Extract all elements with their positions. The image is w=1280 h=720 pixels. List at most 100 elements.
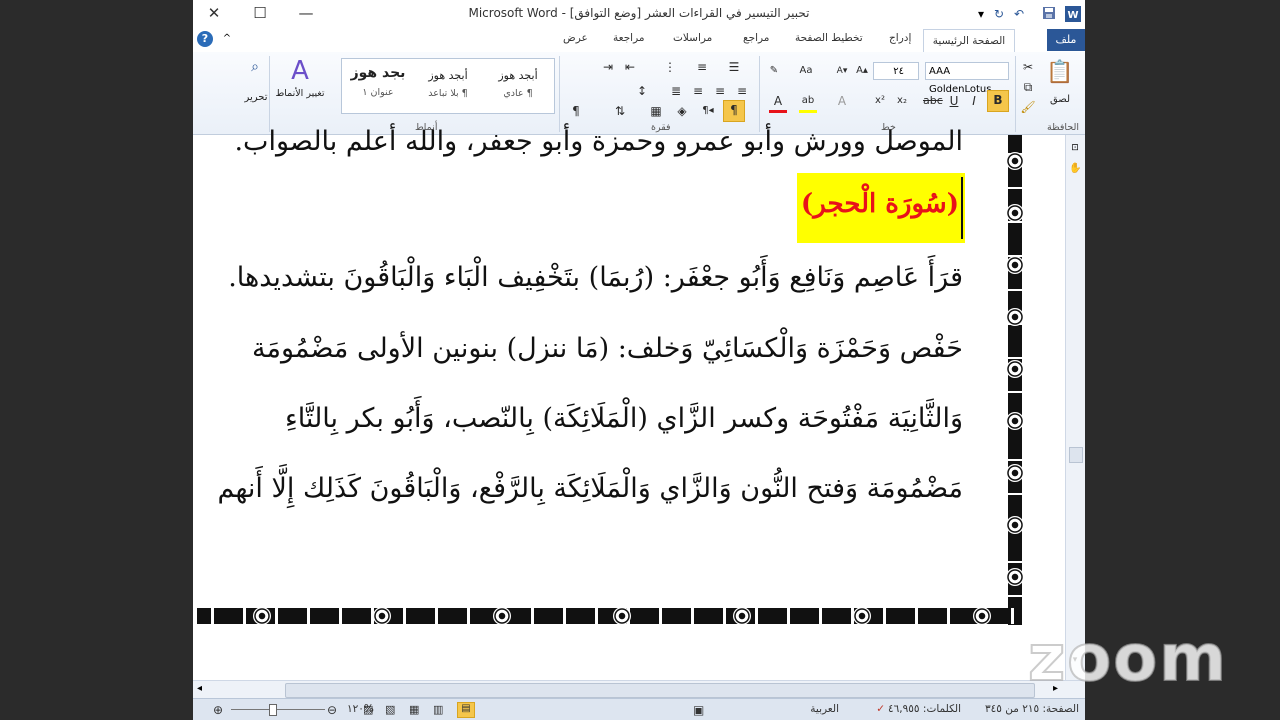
strikethrough-icon[interactable]: abc xyxy=(923,92,943,110)
style-heading-1[interactable]: بجد هوز عنوان ١ xyxy=(344,63,412,107)
language[interactable]: العربية xyxy=(810,703,839,715)
zoom-watermark: zoom xyxy=(1027,621,1228,697)
tab-home[interactable]: الصفحة الرئيسية xyxy=(923,29,1015,52)
tab-references[interactable]: مراجع xyxy=(743,32,769,44)
change-styles-icon[interactable]: A xyxy=(285,56,315,86)
border-flower-icon xyxy=(1006,152,1024,170)
border-flower-icon xyxy=(1006,256,1024,274)
page-border-bottom xyxy=(197,608,1022,624)
find-icon[interactable]: ⌕ xyxy=(245,58,265,78)
tab-insert[interactable]: إدراج xyxy=(889,32,911,44)
save-icon[interactable] xyxy=(1041,6,1057,22)
print-layout-view-icon[interactable]: ▤ xyxy=(457,702,475,718)
highlight-color-icon[interactable]: ab xyxy=(799,92,817,113)
tab-view[interactable]: عرض xyxy=(563,32,588,44)
customize-qat-icon[interactable]: ▾ xyxy=(973,6,989,22)
outline-view-icon[interactable]: ▧ xyxy=(385,703,395,716)
clear-formatting-icon[interactable]: ✎ xyxy=(765,62,783,80)
font-name-select[interactable]: AAA GoldenLotus xyxy=(925,62,1009,95)
help-icon[interactable]: ? xyxy=(197,31,213,47)
paste-button-label[interactable]: لصق xyxy=(1043,92,1077,108)
align-left-icon[interactable]: ≡ xyxy=(689,82,707,100)
horizontal-scrollbar[interactable]: ◂ ▸ xyxy=(193,680,1085,699)
change-case-icon[interactable]: Aa xyxy=(797,62,815,80)
italic-button[interactable]: I xyxy=(965,92,983,110)
zoom-slider[interactable] xyxy=(231,709,325,710)
style-name: ¶ عادي xyxy=(503,88,533,99)
numbering-icon[interactable]: ≡ xyxy=(693,58,711,76)
font-size-select[interactable]: ٢٤ xyxy=(873,62,919,80)
styles-gallery: أبجد هوز ¶ عادي أبجد هوز ¶ بلا تباعد بجد… xyxy=(341,58,555,114)
scroll-thumb[interactable] xyxy=(285,683,1035,698)
macro-record-icon[interactable]: ▣ xyxy=(693,703,704,717)
scroll-left-icon[interactable]: ◂ xyxy=(197,683,202,694)
justify-icon[interactable]: ≣ xyxy=(667,82,685,100)
zoom-in-icon[interactable]: ⊕ xyxy=(213,703,223,717)
border-flower-icon xyxy=(1006,204,1024,222)
format-painter-icon[interactable]: 🖌 xyxy=(1019,98,1037,116)
zoom-level[interactable]: %١٢٠ xyxy=(347,703,374,715)
change-styles-button-label[interactable]: تغيير الأنماط xyxy=(275,88,325,99)
grow-font-icon[interactable]: A▴ xyxy=(853,62,871,80)
vertical-scrollbar[interactable]: ⊡ ✋ ▾ xyxy=(1065,135,1085,680)
svg-text:W: W xyxy=(1067,10,1078,21)
zoom-slider-thumb[interactable] xyxy=(269,704,277,716)
paste-icon[interactable]: 📋 xyxy=(1045,58,1075,88)
copy-icon[interactable]: ⧉ xyxy=(1019,78,1037,96)
scroll-thumb[interactable] xyxy=(1069,447,1083,463)
ruler-toggle-icon[interactable]: ⊡ xyxy=(1069,143,1081,155)
subscript-icon[interactable]: x₂ xyxy=(893,92,911,110)
divider xyxy=(559,56,560,132)
borders-icon[interactable]: ▦ xyxy=(647,102,665,120)
divider xyxy=(759,56,760,132)
style-name: عنوان ١ xyxy=(362,87,394,98)
cut-icon[interactable]: ✂ xyxy=(1019,58,1037,76)
tab-mailings[interactable]: مراسلات xyxy=(673,32,712,44)
tab-page-layout[interactable]: تخطيط الصفحة xyxy=(795,32,863,44)
style-preview: أبجد هوز xyxy=(498,69,538,82)
web-layout-view-icon[interactable]: ▦ xyxy=(409,703,419,716)
style-preview: بجد هوز xyxy=(350,65,406,81)
bullets-icon[interactable]: ☰ xyxy=(725,58,743,76)
style-no-spacing[interactable]: أبجد هوز ¶ بلا تباعد xyxy=(414,63,482,107)
ltr-paragraph-icon[interactable]: ¶ xyxy=(567,102,585,120)
multilevel-list-icon[interactable]: ⋮ xyxy=(661,58,679,76)
bold-button[interactable]: B xyxy=(987,90,1009,112)
word-logo-icon: W xyxy=(1065,6,1081,22)
align-right-icon[interactable]: ≡ xyxy=(733,82,751,100)
style-normal[interactable]: أبجد هوز ¶ عادي xyxy=(484,63,552,107)
editing-button-label[interactable]: تحرير xyxy=(239,90,273,106)
style-name: ¶ بلا تباعد xyxy=(428,88,468,99)
undo-icon[interactable]: ↶ xyxy=(1011,6,1027,22)
document-line: قرَأَ عَاصِم وَنَافِع وَأَبُو جعْفَر: (ر… xyxy=(228,262,963,293)
superscript-icon[interactable]: x² xyxy=(871,92,889,110)
sort-icon[interactable]: ⇅ xyxy=(611,102,629,120)
surah-heading-highlight: (سُورَة الْحجر) xyxy=(797,173,965,243)
minimize-ribbon-icon[interactable]: ^ xyxy=(219,31,235,47)
tab-review[interactable]: مراجعة xyxy=(613,32,645,44)
proofing-icon[interactable]: ✓ xyxy=(876,703,885,715)
show-marks-button[interactable]: ¶ xyxy=(723,100,745,122)
text-effects-icon[interactable]: A xyxy=(833,92,851,110)
underline-button[interactable]: U xyxy=(945,92,963,110)
ribbon-tabs: ملف الصفحة الرئيسية إدراج تخطيط الصفحة م… xyxy=(193,28,1085,53)
border-flower-icon xyxy=(853,607,871,625)
full-screen-view-icon[interactable]: ▥ xyxy=(433,703,443,716)
line-spacing-icon[interactable]: ↕ xyxy=(633,82,651,100)
increase-indent-icon[interactable]: ⇥ xyxy=(599,58,617,76)
redo-icon[interactable]: ↻ xyxy=(991,6,1007,22)
shading-icon[interactable]: ◈ xyxy=(673,102,691,120)
align-center-icon[interactable]: ≡ xyxy=(711,82,729,100)
shrink-font-icon[interactable]: A▾ xyxy=(833,62,851,80)
page-count[interactable]: الصفحة: ٢١٥ من ٣٤٥ xyxy=(985,703,1079,715)
font-color-icon[interactable]: A xyxy=(769,92,787,113)
decrease-indent-icon[interactable]: ⇤ xyxy=(621,58,639,76)
status-bar: الصفحة: ٢١٥ من ٣٤٥ الكلمات: ٤٦,٩٥٥ ✓ الع… xyxy=(193,698,1085,720)
word-count[interactable]: الكلمات: ٤٦,٩٥٥ xyxy=(888,703,961,715)
zoom-out-icon[interactable]: ⊖ xyxy=(327,703,337,717)
hand-icon[interactable]: ✋ xyxy=(1069,163,1081,175)
rtl-direction-icon[interactable]: ¶◂ xyxy=(699,102,717,120)
border-flower-icon xyxy=(493,607,511,625)
document-line: حَفْص وَحَمْزَة وَالْكسَائِيّ وَخلف: (مَ… xyxy=(252,333,963,364)
tab-file[interactable]: ملف xyxy=(1047,29,1085,51)
